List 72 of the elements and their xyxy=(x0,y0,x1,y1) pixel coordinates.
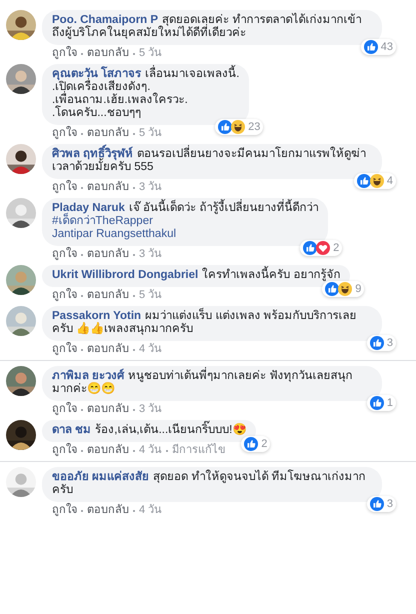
timestamp: 4 วัน xyxy=(139,444,162,457)
like-link[interactable]: ถูกใจ xyxy=(52,343,77,356)
like-icon xyxy=(370,396,384,410)
author-link[interactable]: Poo. Chamaiporn P xyxy=(52,14,158,26)
timestamp: 3 วัน xyxy=(139,403,162,416)
like-link[interactable]: ถูกใจ xyxy=(52,289,77,302)
reply-link[interactable]: ตอบกลับ xyxy=(87,181,129,194)
separator-dot xyxy=(81,254,83,256)
timestamp: 5 วัน xyxy=(139,289,162,302)
reply-link[interactable]: ตอบกลับ xyxy=(87,343,129,356)
like-icon xyxy=(370,497,384,511)
hashtag-link[interactable]: #เด็ดกว่าTheRapper xyxy=(52,215,318,228)
author-link[interactable]: ภาพิมล ยะวงศ์ xyxy=(52,370,124,382)
separator-dot xyxy=(133,132,135,134)
separator-dot xyxy=(133,450,135,452)
separator-dot xyxy=(166,450,168,452)
reply-link[interactable]: ตอบกลับ xyxy=(87,289,129,302)
separator-dot xyxy=(133,348,135,350)
separator-dot xyxy=(133,186,135,188)
separator-dot xyxy=(133,510,135,512)
separator-dot xyxy=(133,294,135,296)
like-icon xyxy=(244,437,258,451)
like-link[interactable]: ถูกใจ xyxy=(52,504,77,517)
separator-dot xyxy=(81,408,83,410)
timestamp: 4 วัน xyxy=(139,504,162,517)
author-link[interactable]: Pladay Naruk xyxy=(52,202,125,214)
reply-link[interactable]: ตอบกลับ xyxy=(87,504,129,517)
reply-link[interactable]: ตอบกลับ xyxy=(87,444,129,457)
like-icon xyxy=(303,241,318,255)
reply-link[interactable]: ตอบกลับ xyxy=(87,403,129,416)
like-icon xyxy=(325,282,340,296)
laughing-face-icon xyxy=(231,120,246,134)
laughing-face-icon xyxy=(338,282,352,296)
like-link[interactable]: ถูกใจ xyxy=(52,248,77,261)
comment-text: ขออภัย ผมแค่สงสัย สุดยอด ทำให้ดูจนจบได้ ทีมโฆษณาเก่งมากครับ xyxy=(52,471,367,497)
laughing-face-icon xyxy=(370,174,384,188)
separator-dot xyxy=(81,348,83,350)
author-link[interactable]: ขออภัย ผมแค่สงสัย xyxy=(52,471,150,483)
comment-text: Poo. Chamaiporn P สุดยอดเลยค่ะ ทำการตลาดได้เก่งมากเข้าถึงผู้บริโภคในยุคสมัยใหม่ได้ดีที่เดียวค่ะ xyxy=(52,14,362,40)
author-link[interactable]: ดาล ชม xyxy=(52,424,92,436)
timestamp: 5 วัน xyxy=(139,127,162,140)
like-link[interactable]: ถูกใจ xyxy=(52,181,77,194)
reply-link[interactable]: ตอบกลับ xyxy=(87,248,129,261)
separator-dot xyxy=(81,294,83,296)
like-link[interactable]: ถูกใจ xyxy=(52,403,77,416)
reply-link[interactable]: ตอบกลับ xyxy=(87,127,129,140)
like-link[interactable]: ถูกใจ xyxy=(52,47,77,60)
timestamp: 5 วัน xyxy=(139,47,162,60)
like-icon xyxy=(370,336,384,350)
timestamp: 4 วัน xyxy=(139,343,162,356)
comment-text: Passakorn Yotin ผมว่าแต่งแร็บ แต่งเพลง พร้อมกับบริการเลยครับ 👍👍เพลงสนุกมากครับ xyxy=(52,310,372,336)
reply-link[interactable]: ตอบกลับ xyxy=(87,47,129,60)
separator-dot xyxy=(81,450,83,452)
timestamp: 3 วัน xyxy=(139,181,162,194)
separator-dot xyxy=(81,186,83,188)
separator-dot xyxy=(81,510,83,512)
like-icon xyxy=(364,40,378,54)
timestamp: 3 วัน xyxy=(139,248,162,261)
separator-dot xyxy=(133,254,135,256)
author-link[interactable]: Ukrit Willibrord Dongabriel xyxy=(52,269,198,281)
author-link[interactable]: คุณตะวัน โสภาจร xyxy=(52,68,142,80)
like-link[interactable]: ถูกใจ xyxy=(52,444,77,457)
mention-link[interactable]: Jantipar Ruangsetthakul xyxy=(52,228,318,241)
separator-dot xyxy=(133,408,135,410)
separator-dot xyxy=(81,132,83,134)
like-icon xyxy=(356,174,371,188)
edited-label: มีการแก้ไข xyxy=(172,444,226,457)
like-icon xyxy=(218,120,232,134)
like-link[interactable]: ถูกใจ xyxy=(52,127,77,140)
separator-dot xyxy=(81,52,83,54)
author-link[interactable]: Passakorn Yotin xyxy=(52,310,142,322)
separator-dot xyxy=(133,52,135,54)
